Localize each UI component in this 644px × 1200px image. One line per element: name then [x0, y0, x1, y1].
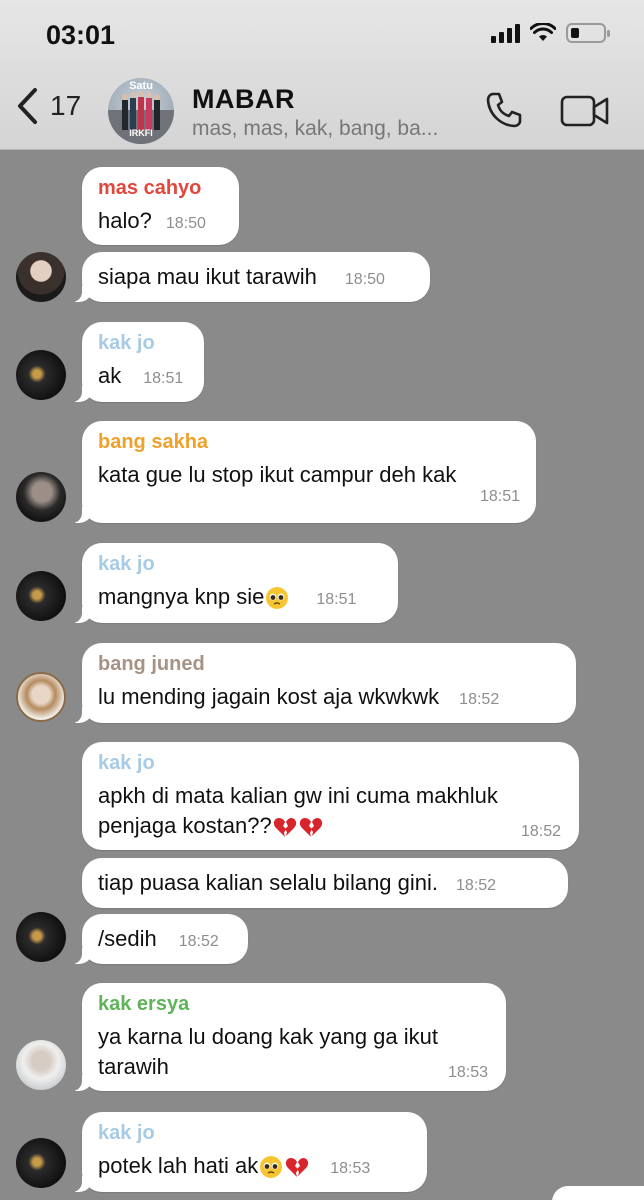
back-button[interactable]: 17 — [14, 86, 81, 126]
video-call-button[interactable] — [560, 94, 610, 133]
avatar[interactable] — [16, 912, 66, 962]
message-text: mangnya knp sie — [98, 584, 265, 609]
group-avatar-caption-bottom: IRKFI — [129, 128, 153, 138]
message-line: siapa mau ikut tarawih 18:50 — [98, 262, 414, 295]
message-bubble[interactable]: tiap puasa kalian selalu bilang gini. 18:… — [82, 858, 568, 908]
message-line: lu mending jagain kost aja wkwkwk 18:52 — [98, 682, 560, 715]
call-button[interactable] — [484, 90, 524, 135]
avatar[interactable] — [16, 472, 66, 522]
message-time: 18:52 — [456, 877, 497, 894]
message-line: penjaga kostan?? 18:52 — [98, 811, 563, 841]
sender-name: bang sakha — [98, 431, 209, 453]
broken-heart-icon — [273, 818, 296, 838]
group-avatar[interactable]: Satu IRKFI — [108, 78, 174, 144]
group-title[interactable]: MABAR — [192, 84, 295, 115]
avatar[interactable] — [16, 672, 66, 722]
message-bubble[interactable]: bang juned lu mending jagain kost aja wk… — [68, 643, 576, 723]
message-time: 18:52 — [520, 823, 561, 840]
message-time: 18:52 — [178, 933, 219, 950]
message-bubble[interactable]: kak jo potek lah hati ak 18:53 — [68, 1112, 427, 1192]
message-text: ak — [98, 363, 122, 388]
message-bubble[interactable]: kak jo ak 18:51 — [68, 322, 204, 402]
avatar[interactable] — [16, 571, 66, 621]
message-bubble[interactable]: kak jo mangnya knp sie 18:51 — [68, 543, 398, 623]
message-line: potek lah hati ak 18:53 — [98, 1151, 411, 1184]
battery-icon — [566, 23, 610, 43]
message-line: ak 18:51 — [98, 361, 188, 394]
chat-header: 03:01 17 Satu IRKFI MABAR mas, mas, kak,… — [0, 0, 644, 150]
avatar[interactable] — [16, 350, 66, 400]
message-time: 18:51 — [143, 370, 184, 387]
message-time: 18:50 — [344, 271, 385, 288]
message-text: /sedih — [98, 926, 157, 951]
sender-name: kak jo — [98, 332, 155, 354]
sender-name: kak ersya — [98, 993, 190, 1015]
sender-name: bang juned — [98, 653, 205, 675]
message-text: kata gue lu stop ikut campur deh kak — [98, 462, 457, 487]
status-time: 03:01 — [46, 20, 116, 50]
message-time: 18:51 — [316, 591, 357, 608]
group-members[interactable]: mas, mas, kak, bang, ba... — [192, 117, 438, 141]
message-time: 18:51 — [479, 488, 520, 505]
message-text-line-1: ya karna lu doang kak yang ga ikut — [98, 1024, 439, 1049]
message-time: 18:50 — [165, 215, 206, 232]
pleading-face-icon — [266, 587, 289, 610]
phone-icon — [486, 92, 522, 128]
message-line: tarawih 18:53 — [98, 1052, 490, 1082]
message-line: tiap puasa kalian selalu bilang gini. 18:… — [98, 868, 552, 901]
sender-name: mas cahyo — [98, 177, 202, 199]
message-text: tiap puasa kalian selalu bilang gini. — [98, 870, 439, 895]
message-time: 18:53 — [330, 1160, 371, 1177]
message-text-line-2: tarawih — [98, 1054, 169, 1079]
message-bubble[interactable]: /sedih 18:52 — [68, 914, 248, 964]
message-text: potek lah hati ak — [98, 1153, 259, 1178]
broken-heart-icon — [286, 1158, 309, 1178]
message-text: lu mending jagain kost aja wkwkwk — [98, 684, 440, 709]
message-text: siapa mau ikut tarawih — [98, 264, 317, 289]
message-text: halo? — [98, 208, 152, 233]
avatar[interactable] — [16, 1138, 66, 1188]
unread-count: 17 — [50, 90, 82, 121]
partial-message-bubble[interactable] — [552, 1186, 644, 1200]
sender-name: kak jo — [98, 1122, 155, 1144]
message-bubble[interactable]: kak ersya ya karna lu doang kak yang ga … — [68, 983, 506, 1091]
pleading-face-icon — [260, 1156, 283, 1179]
cellular-signal-icon — [491, 23, 520, 43]
group-avatar-caption: Satu — [129, 80, 153, 92]
message-line: /sedih 18:52 — [98, 924, 232, 957]
broken-heart-icon — [299, 818, 322, 838]
message-time: 18:52 — [459, 691, 500, 708]
avatar[interactable] — [16, 252, 66, 302]
message-bubble[interactable]: bang sakha kata gue lu stop ikut campur … — [68, 421, 536, 523]
chevron-left-icon — [18, 88, 37, 124]
message-text-line-1: apkh di mata kalian gw ini cuma makhluk — [98, 783, 498, 808]
sender-name: kak jo — [98, 553, 155, 575]
message-bubble[interactable]: kak jo apkh di mata kalian gw ini cuma m… — [82, 742, 579, 850]
video-camera-icon — [560, 95, 609, 127]
sender-name: kak jo — [98, 752, 155, 774]
message-bubble[interactable]: mas cahyo halo? 18:50 — [82, 167, 239, 245]
wifi-icon — [530, 23, 556, 41]
avatar[interactable] — [16, 1040, 66, 1090]
status-icons — [491, 22, 612, 44]
message-line: mangnya knp sie 18:51 — [98, 582, 382, 615]
message-line: halo? 18:50 — [98, 206, 223, 239]
message-time: 18:53 — [447, 1064, 488, 1081]
message-bubble[interactable]: siapa mau ikut tarawih 18:50 — [68, 252, 430, 302]
message-text-line-2: penjaga kostan?? — [98, 813, 272, 838]
